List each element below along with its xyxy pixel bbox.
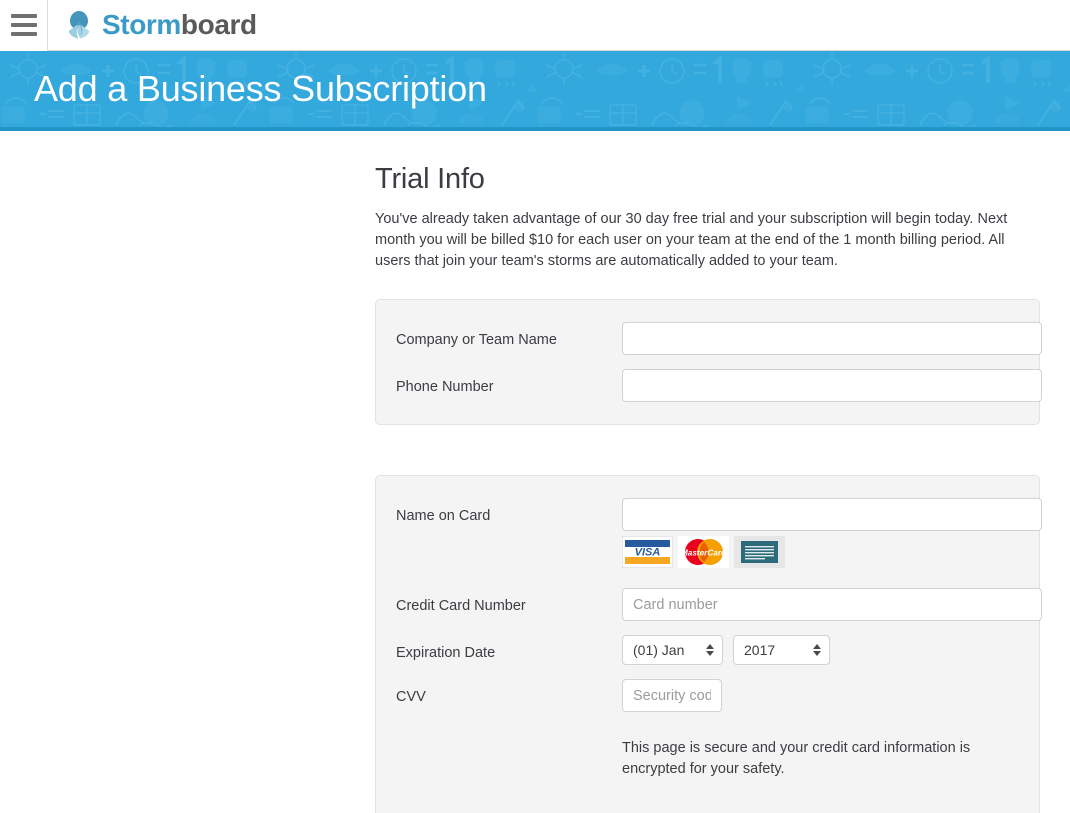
field-row-name-on-card: Name on Card VISA MasterCard (396, 498, 1042, 568)
trial-info-body: You've already taken advantage of our 30… (375, 211, 1008, 269)
main-content: Trial Info You've already taken advantag… (0, 163, 1070, 813)
company-name-input[interactable] (622, 322, 1042, 355)
stormboard-logo-icon (68, 11, 90, 39)
amex-logo-icon (734, 536, 785, 568)
top-navigation-bar: Stormboard (0, 0, 1070, 51)
accepted-cards-list: VISA MasterCard (622, 536, 1042, 568)
expiration-month-value: (01) Jan (633, 642, 685, 658)
chevron-updown-icon (813, 644, 821, 656)
trial-info-heading: Trial Info (375, 163, 485, 195)
field-row-expiration-date: Expiration Date (01) Jan 2017 (396, 635, 1015, 665)
hamburger-bar (10, 32, 37, 36)
company-name-control (622, 322, 1042, 355)
svg-text:MasterCard: MasterCard (681, 548, 727, 557)
chevron-updown-icon (706, 644, 714, 656)
phone-number-input[interactable] (622, 369, 1042, 402)
expiration-date-label: Expiration Date (396, 645, 496, 661)
cvv-input[interactable] (622, 679, 722, 712)
page-banner: Add a Business Subscription (0, 51, 1070, 131)
name-on-card-input[interactable] (622, 498, 1042, 531)
brand-text-board: board (180, 9, 257, 40)
hamburger-bar (10, 14, 37, 18)
cvv-label: CVV (396, 689, 426, 705)
field-row-phone-number: Phone Number (396, 369, 1042, 402)
expiration-year-select[interactable]: 2017 (733, 635, 830, 665)
cvv-control: This page is secure and your credit card… (622, 679, 1015, 795)
expiration-year-value: 2017 (744, 642, 776, 658)
page-title: Add a Business Subscription (34, 68, 487, 109)
name-on-card-label: Name on Card (396, 508, 491, 524)
brand-text-storm: Storm (102, 9, 181, 40)
expiration-month-select[interactable]: (01) Jan (622, 635, 723, 665)
credit-card-number-input[interactable] (622, 588, 1042, 621)
brand-logo-link[interactable]: Stormboard (62, 9, 257, 41)
phone-number-label: Phone Number (396, 379, 494, 395)
expiration-selects: (01) Jan 2017 (622, 635, 1015, 665)
credit-card-number-control (622, 588, 1042, 621)
hamburger-bar (10, 23, 37, 27)
field-row-credit-card-number: Credit Card Number (396, 588, 1042, 621)
expiration-date-control: (01) Jan 2017 (622, 635, 1015, 665)
phone-number-control (622, 369, 1042, 402)
company-name-label: Company or Team Name (396, 332, 557, 348)
field-row-company-name: Company or Team Name (396, 322, 1042, 355)
credit-card-panel: Name on Card VISA MasterCard Credit Card… (375, 475, 1042, 813)
secure-note-text: This page is secure and your credit card… (622, 740, 971, 777)
mastercard-logo-icon: MasterCard (678, 536, 729, 568)
svg-text:VISA: VISA (635, 547, 661, 559)
visa-logo-icon: VISA (622, 536, 673, 568)
credit-card-number-label: Credit Card Number (396, 598, 526, 614)
brand-text: Stormboard (102, 11, 257, 39)
field-row-cvv: CVV This page is secure and your credit … (396, 679, 1015, 795)
name-on-card-control: VISA MasterCard (622, 498, 1042, 568)
hamburger-menu-icon[interactable] (0, 0, 48, 51)
company-info-panel: Company or Team Name Phone Number (375, 299, 1042, 425)
